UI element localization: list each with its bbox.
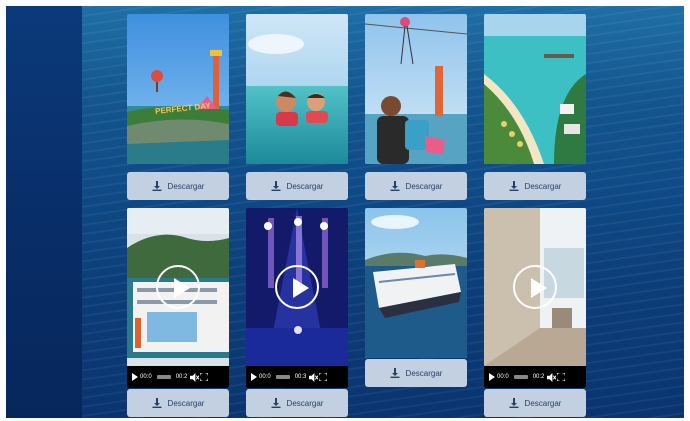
page-frame: PERFECT DAY Descargar Descargar Descarga… bbox=[6, 6, 684, 418]
download-button-5[interactable]: Descargar bbox=[127, 389, 229, 417]
family-swimming-photo[interactable] bbox=[246, 14, 348, 164]
download-button-7[interactable]: Descargar bbox=[365, 359, 467, 387]
download-icon bbox=[390, 181, 400, 191]
download-button-3[interactable]: Descargar bbox=[365, 172, 467, 200]
left-sidebar bbox=[6, 6, 82, 418]
perfect-day-island-photo[interactable]: PERFECT DAY bbox=[127, 14, 229, 164]
seek-bar[interactable] bbox=[156, 375, 171, 379]
play-icon[interactable] bbox=[251, 373, 257, 381]
stateroom-tour-video[interactable]: 00:0 00:2 bbox=[484, 208, 586, 388]
mute-icon[interactable] bbox=[547, 372, 557, 382]
current-time: 00:0 bbox=[259, 374, 271, 380]
download-icon bbox=[271, 398, 281, 408]
duration: 00:2 bbox=[175, 374, 188, 380]
zipline-photo[interactable] bbox=[365, 14, 467, 164]
download-icon bbox=[152, 398, 162, 408]
play-button-1[interactable] bbox=[156, 265, 200, 310]
download-icon bbox=[390, 368, 400, 378]
mute-icon[interactable] bbox=[309, 372, 319, 382]
download-button-4[interactable]: Descargar bbox=[484, 172, 586, 200]
play-icon[interactable] bbox=[132, 373, 138, 381]
download-icon bbox=[509, 181, 519, 191]
video-controls: 00:0 00:2 bbox=[127, 366, 229, 388]
download-icon bbox=[152, 181, 162, 191]
fullscreen-icon[interactable] bbox=[319, 373, 328, 381]
download-label: Descargar bbox=[286, 181, 324, 191]
play-button-2[interactable] bbox=[275, 265, 319, 310]
download-label: Descargar bbox=[524, 398, 562, 408]
play-button-3[interactable] bbox=[513, 265, 557, 310]
download-label: Descargar bbox=[405, 181, 443, 191]
beach-cabanas-aerial-photo[interactable] bbox=[484, 14, 586, 164]
download-button-6[interactable]: Descargar bbox=[246, 389, 348, 417]
download-label: Descargar bbox=[167, 398, 205, 408]
download-label: Descargar bbox=[524, 181, 562, 191]
video-controls: 00:0 00:2 bbox=[484, 366, 586, 388]
play-icon[interactable] bbox=[489, 373, 495, 381]
video-controls: 00:0 00:3 bbox=[246, 366, 348, 388]
mute-icon[interactable] bbox=[190, 372, 200, 382]
fullscreen-icon[interactable] bbox=[200, 373, 209, 381]
download-button-8[interactable]: Descargar bbox=[484, 389, 586, 417]
current-time: 00:0 bbox=[140, 374, 152, 380]
download-label: Descargar bbox=[286, 398, 324, 408]
seek-bar[interactable] bbox=[513, 375, 528, 379]
cruise-ship-at-sea-photo[interactable] bbox=[365, 208, 467, 358]
download-icon bbox=[509, 398, 519, 408]
duration: 00:3 bbox=[294, 374, 307, 380]
duration: 00:2 bbox=[532, 374, 545, 380]
seek-bar[interactable] bbox=[275, 375, 290, 379]
download-label: Descargar bbox=[405, 368, 443, 378]
download-label: Descargar bbox=[167, 181, 205, 191]
aqua-theater-show-video[interactable]: 00:0 00:3 bbox=[246, 208, 348, 388]
current-time: 00:0 bbox=[497, 374, 509, 380]
download-icon bbox=[271, 181, 281, 191]
download-button-1[interactable]: Descargar bbox=[127, 172, 229, 200]
fullscreen-icon[interactable] bbox=[557, 373, 566, 381]
ship-aerial-video[interactable]: 00:0 00:2 bbox=[127, 208, 229, 388]
download-button-2[interactable]: Descargar bbox=[246, 172, 348, 200]
